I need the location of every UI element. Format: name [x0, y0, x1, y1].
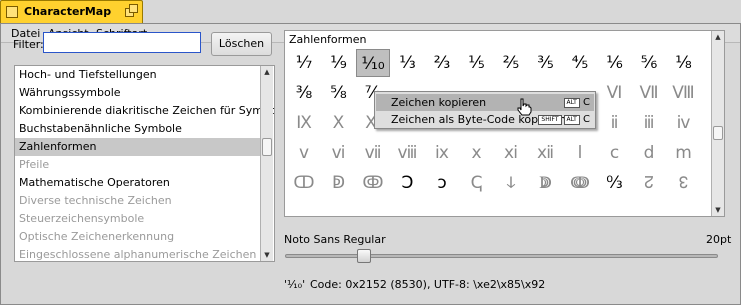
glyph-cell[interactable]: ⅿ — [667, 139, 701, 167]
glyph-cell[interactable]: ⅷ — [391, 139, 425, 167]
glyph-cell[interactable]: ⅕ — [460, 49, 494, 77]
glyph-cell[interactable]: ⅖ — [494, 49, 528, 77]
copy-bytecode-item[interactable]: Zeichen als Byte-Code kopieren SHIFT ALT … — [376, 111, 594, 128]
glyph-cell[interactable]: ⅽ — [598, 139, 632, 167]
glyph-cell[interactable]: ⅵ — [322, 139, 356, 167]
block-item[interactable]: Mathematische Operatoren — [15, 174, 260, 192]
glyph-cell[interactable]: ⅐ — [287, 49, 321, 77]
context-menu: Zeichen kopieren ALT C Zeichen als Byte-… — [374, 91, 596, 129]
scroll-down-icon[interactable]: ▼ — [712, 204, 724, 216]
block-item[interactable]: Währungssymbole — [15, 84, 260, 102]
glyph-cell[interactable]: ↅ — [460, 169, 494, 197]
glyph-cell[interactable]: ⅝ — [322, 79, 356, 107]
zoom-icon[interactable] — [125, 4, 139, 18]
glyph-cell[interactable]: ⅓ — [391, 49, 425, 77]
glyph-cell[interactable]: ↋ — [667, 169, 701, 197]
glyph-cell[interactable]: ⅗ — [529, 49, 563, 77]
glyph-cell[interactable]: Ↄ — [391, 169, 425, 197]
glyph-cell[interactable]: ⅔ — [425, 49, 459, 77]
glyph-cell[interactable]: Ⅵ — [598, 79, 632, 107]
glyph-cell[interactable]: ⅶ — [356, 139, 390, 167]
glyph-cell[interactable]: ↆ — [494, 169, 528, 197]
glyph-cell[interactable]: Ⅹ — [322, 109, 356, 137]
scroll-down-icon[interactable]: ▼ — [261, 249, 273, 261]
glyph-cell[interactable]: ⅸ — [425, 139, 459, 167]
grid-scrollbar[interactable]: ▲ ▼ — [711, 31, 724, 216]
block-item[interactable]: Kombinierende diakritische Zeichen für S… — [15, 102, 274, 120]
block-item[interactable]: Pfeile — [15, 156, 260, 174]
glyph-cell[interactable]: ⅼ — [563, 139, 597, 167]
glyph-cell[interactable]: ↁ — [322, 169, 356, 197]
glyph-cell[interactable]: ⅘ — [563, 49, 597, 77]
glyph-cell[interactable]: ⅻ — [529, 139, 563, 167]
window-tab[interactable]: CharacterMap — [0, 0, 143, 23]
glyph-cell[interactable]: ⅱ — [598, 109, 632, 137]
block-item[interactable]: Optische Zeichenerkennung — [15, 228, 260, 246]
glyph-cell[interactable]: ⅴ — [287, 139, 321, 167]
grid-title: Zahlenformen — [289, 33, 367, 46]
glyph-cell[interactable]: ⅺ — [494, 139, 528, 167]
block-item[interactable]: Steuerzeichensymbole — [15, 210, 260, 228]
glyph-cell[interactable]: ⅒ — [356, 49, 390, 77]
glyph-cell[interactable]: Ⅷ — [667, 79, 701, 107]
copy-character-item[interactable]: Zeichen kopieren ALT C — [376, 94, 594, 111]
scroll-up-icon[interactable]: ▲ — [261, 66, 273, 78]
glyph-cell[interactable]: ↄ — [425, 169, 459, 197]
font-name: Noto Sans Regular — [284, 233, 386, 246]
slider-knob[interactable] — [356, 249, 371, 263]
window-title: CharacterMap — [24, 5, 112, 18]
filter-input[interactable] — [43, 32, 201, 53]
filter-label: Filter: — [13, 38, 44, 51]
glyph-cell[interactable]: ⅛ — [667, 49, 701, 77]
glyph-cell[interactable]: ⅜ — [287, 79, 321, 107]
glyph-cell[interactable]: ↉ — [598, 169, 632, 197]
glyph-cell[interactable]: Ⅸ — [287, 109, 321, 137]
scroll-up-icon[interactable]: ▲ — [712, 31, 724, 43]
glyph-cell[interactable]: ↀ — [287, 169, 321, 197]
block-item[interactable]: Hoch- und Tiefstellungen — [15, 66, 260, 84]
block-item[interactable]: Eingeschlossene alphanumerische Zeichen — [15, 246, 260, 261]
font-size-value: 20pt — [706, 233, 732, 246]
scroll-thumb[interactable] — [713, 126, 723, 140]
glyph-cell[interactable]: ↂ — [356, 169, 390, 197]
status-character: '⅒' — [284, 278, 306, 291]
glyph-cell[interactable]: ↊ — [632, 169, 666, 197]
glyph-cell[interactable]: ⅳ — [667, 109, 701, 137]
close-icon[interactable] — [6, 6, 18, 18]
shortcut: SHIFT ALT C — [536, 111, 590, 128]
glyph-cell[interactable]: Ⅶ — [632, 79, 666, 107]
clear-button[interactable]: Löschen — [211, 32, 272, 56]
glyph-cell[interactable]: ⅚ — [632, 49, 666, 77]
font-size-slider[interactable] — [285, 254, 718, 258]
status-code: Code: 0x2152 (8530), UTF-8: \xe2\x85\x92 — [310, 278, 546, 291]
glyph-cell[interactable]: ⅹ — [460, 139, 494, 167]
glyph-cell[interactable]: ↇ — [529, 169, 563, 197]
shortcut: ALT C — [562, 94, 590, 111]
block-item[interactable]: Diverse technische Zeichen — [15, 192, 260, 210]
block-list-scrollbar[interactable]: ▲ ▼ — [260, 66, 273, 261]
glyph-cell[interactable]: ⅲ — [632, 109, 666, 137]
glyph-cell[interactable]: ⅑ — [322, 49, 356, 77]
glyph-cell[interactable]: ↈ — [563, 169, 597, 197]
hand-cursor-icon — [517, 98, 532, 116]
glyph-cell[interactable]: ⅙ — [598, 49, 632, 77]
block-item[interactable]: Buchstabenähnliche Symbole — [15, 120, 260, 138]
glyph-cell[interactable]: ⅾ — [632, 139, 666, 167]
scroll-thumb[interactable] — [262, 138, 272, 156]
block-item[interactable]: Zahlenformen — [15, 138, 260, 156]
block-list[interactable]: Hoch- und Tiefstellungen Währungssymbole K… — [14, 65, 275, 262]
